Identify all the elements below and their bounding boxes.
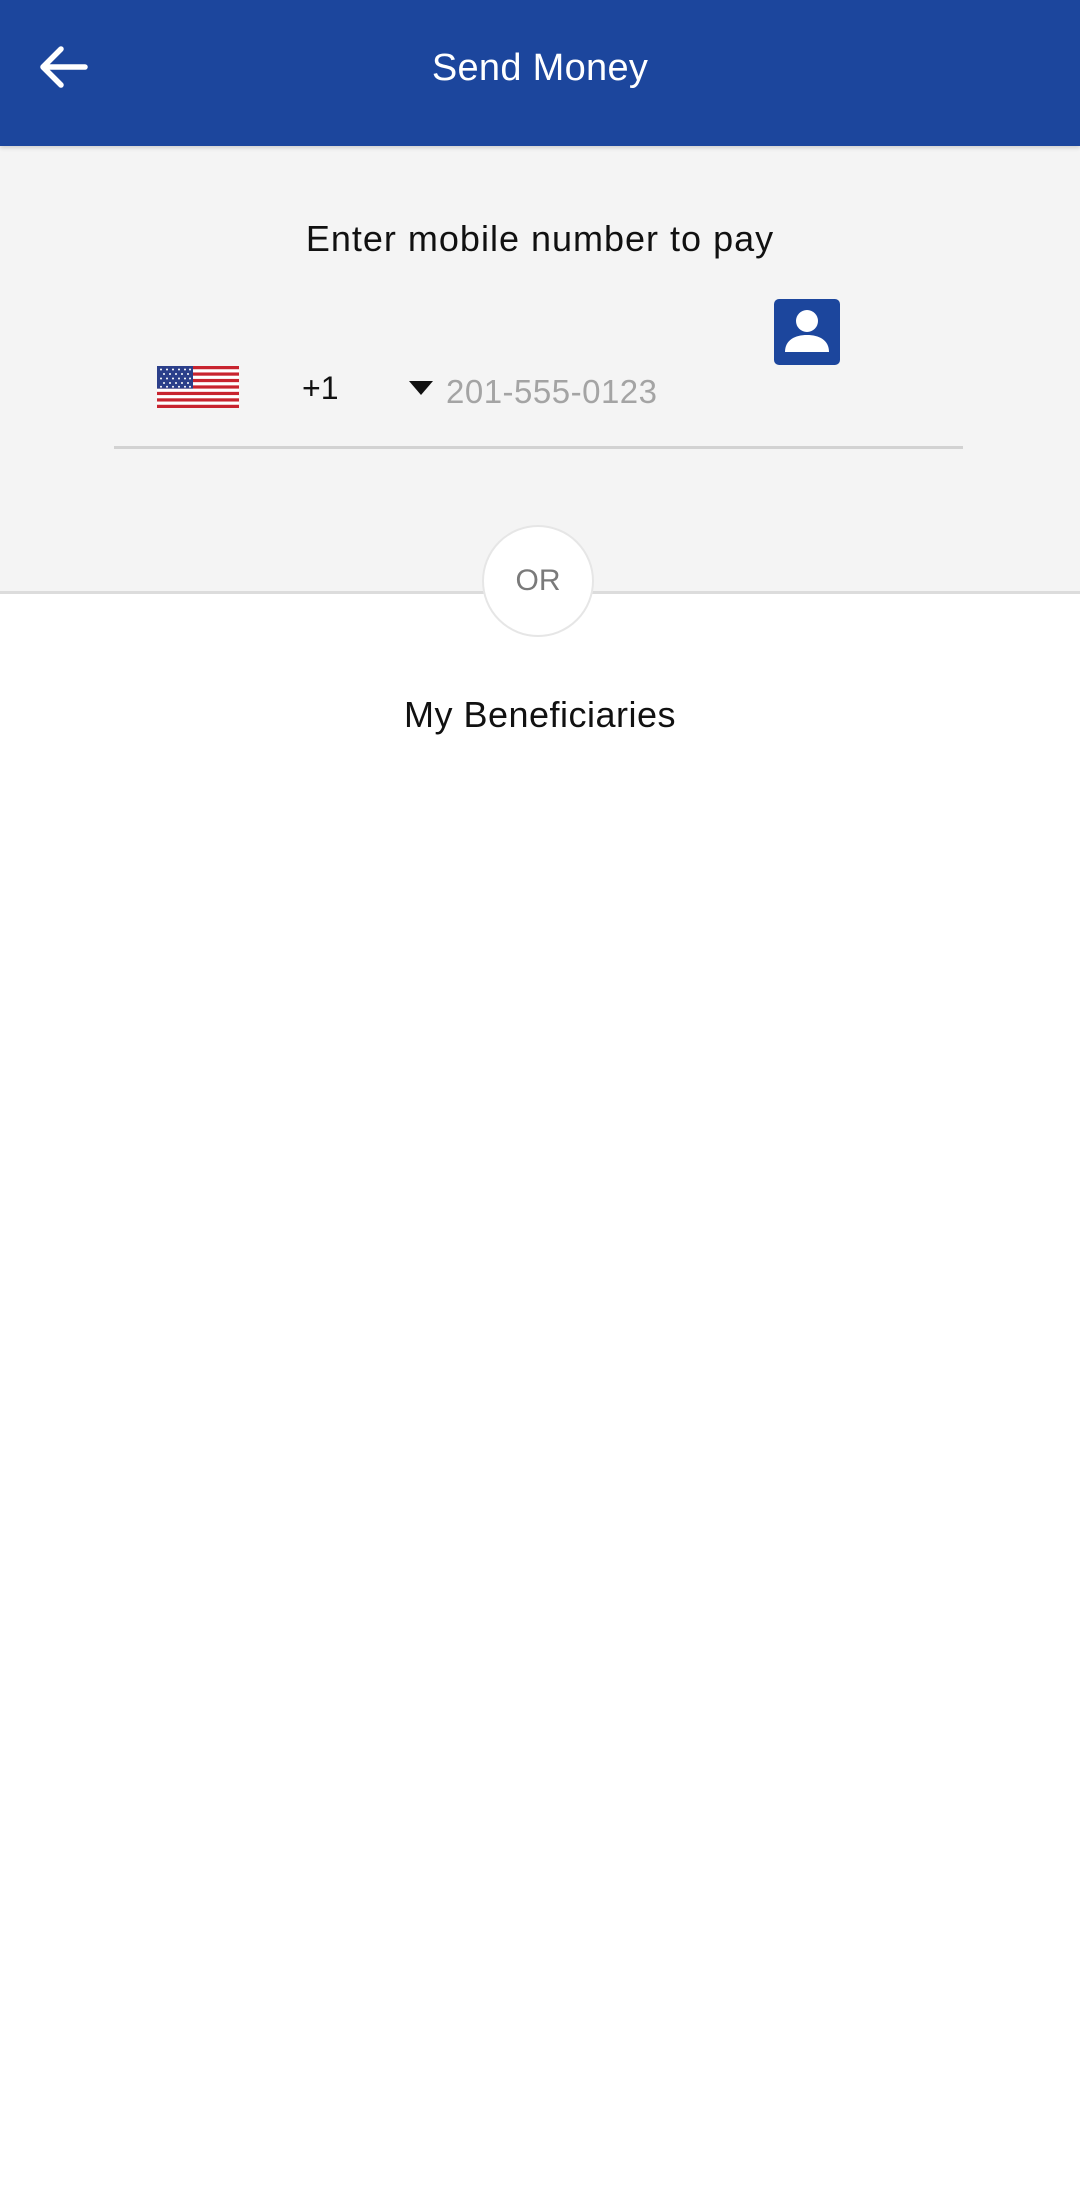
app-bar: Send Money (0, 0, 1080, 146)
us-flag-icon (157, 366, 239, 408)
mobile-number-input[interactable] (446, 356, 866, 428)
contact-book-icon (774, 299, 840, 365)
caret-down-icon (409, 381, 433, 395)
page-title: Send Money (431, 47, 649, 89)
beneficiaries-list (0, 760, 1080, 2160)
dial-code: +1 (302, 370, 339, 406)
beneficiaries-heading: My Beneficiaries (403, 694, 677, 735)
or-divider: OR (482, 525, 594, 637)
contacts-button[interactable] (774, 299, 840, 365)
phone-entry-prompt: Enter mobile number to pay (305, 218, 775, 259)
country-code-picker[interactable]: +1 (154, 336, 433, 436)
